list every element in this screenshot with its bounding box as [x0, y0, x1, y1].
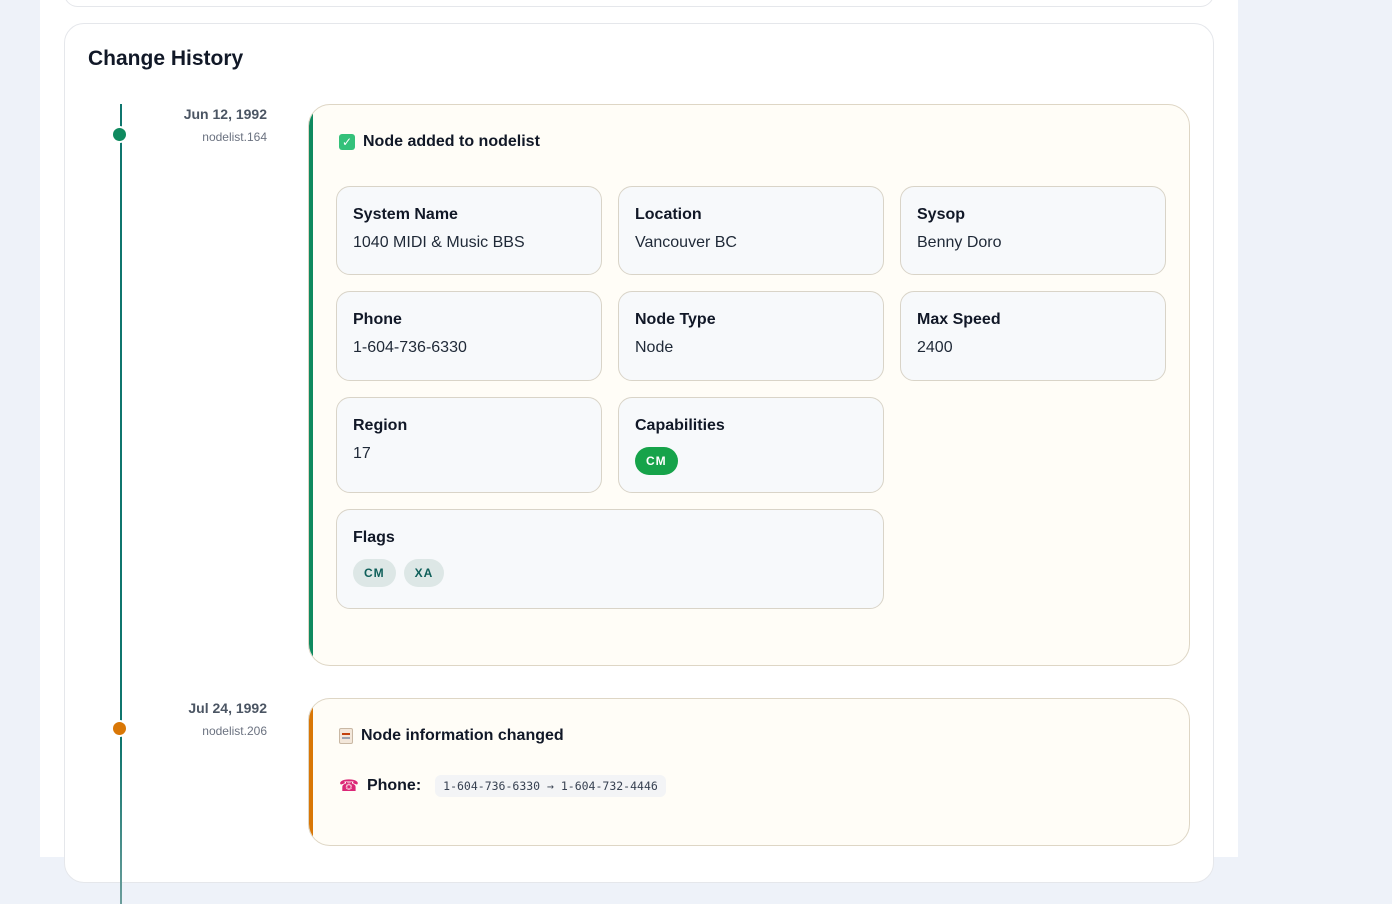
field-region: Region 17 — [336, 397, 602, 493]
field-node-type: Node Type Node — [618, 291, 884, 381]
change-row-phone: ☎ Phone: 1-604-736-6330 → 1-604-732-4446 — [339, 775, 666, 797]
field-value: 17 — [353, 445, 371, 462]
change-history-card: Change History Jun 12, 1992 nodelist.164… — [64, 23, 1214, 904]
field-max-speed: Max Speed 2400 — [900, 291, 1166, 381]
field-capabilities: Capabilities CM — [618, 397, 884, 493]
entry-source: nodelist.206 — [202, 724, 267, 738]
field-label: Node Type — [635, 311, 716, 328]
timeline-dot-added — [111, 126, 128, 143]
flag-list: CM XA — [353, 559, 867, 587]
field-label: Max Speed — [917, 311, 1001, 328]
field-location: Location Vancouver BC — [618, 186, 884, 275]
field-label: Region — [353, 417, 408, 434]
timeline-line — [120, 104, 122, 904]
field-label: Flags — [353, 529, 395, 546]
page-container: Change History Jun 12, 1992 nodelist.164… — [40, 0, 1238, 904]
phone-icon: ☎ — [339, 778, 359, 795]
capability-list: CM — [635, 447, 867, 475]
field-value: Benny Doro — [917, 234, 1002, 251]
field-label: Sysop — [917, 206, 966, 223]
change-label: Phone: — [366, 777, 422, 794]
entry-heading: Node information changed — [339, 727, 564, 745]
flag-badge: XA — [403, 559, 445, 587]
history-entry-node-changed: Node information changed ☎ Phone: 1-604-… — [308, 698, 1190, 846]
change-value: 1-604-736-6330 → 1-604-732-4446 — [435, 775, 666, 797]
history-entry-node-added: ✓ Node added to nodelist System Name 104… — [308, 104, 1190, 666]
entry-meta: Jun 12, 1992 nodelist.164 — [184, 106, 267, 144]
check-icon: ✓ — [339, 134, 355, 150]
field-label: System Name — [353, 206, 458, 223]
field-value: 2400 — [917, 339, 953, 356]
entry-source: nodelist.164 — [202, 130, 267, 144]
section-title: Change History — [88, 47, 244, 70]
previous-section-card — [64, 0, 1214, 7]
field-value: 1-604-736-6330 — [353, 339, 467, 356]
timeline-dot-changed — [111, 720, 128, 737]
field-phone: Phone 1-604-736-6330 — [336, 291, 602, 381]
entry-heading-text: Node added to nodelist — [363, 133, 540, 150]
field-label: Phone — [353, 311, 402, 328]
entry-date: Jul 24, 1992 — [188, 700, 267, 716]
entry-date: Jun 12, 1992 — [183, 106, 267, 122]
field-value: 1040 MIDI & Music BBS — [353, 234, 525, 251]
field-value: Node — [635, 339, 674, 356]
flag-badge: CM — [353, 559, 396, 587]
field-label: Location — [635, 206, 702, 223]
field-sysop: Sysop Benny Doro — [900, 186, 1166, 275]
field-value: Vancouver BC — [635, 234, 737, 251]
entry-heading-text: Node information changed — [361, 727, 564, 744]
field-label: Capabilities — [635, 417, 725, 434]
document-edit-icon — [339, 728, 353, 744]
field-system-name: System Name 1040 MIDI & Music BBS — [336, 186, 602, 275]
entry-heading: ✓ Node added to nodelist — [339, 133, 540, 151]
field-flags: Flags CM XA — [336, 509, 884, 609]
entry-meta: Jul 24, 1992 nodelist.206 — [188, 700, 267, 738]
capability-badge: CM — [635, 447, 678, 475]
